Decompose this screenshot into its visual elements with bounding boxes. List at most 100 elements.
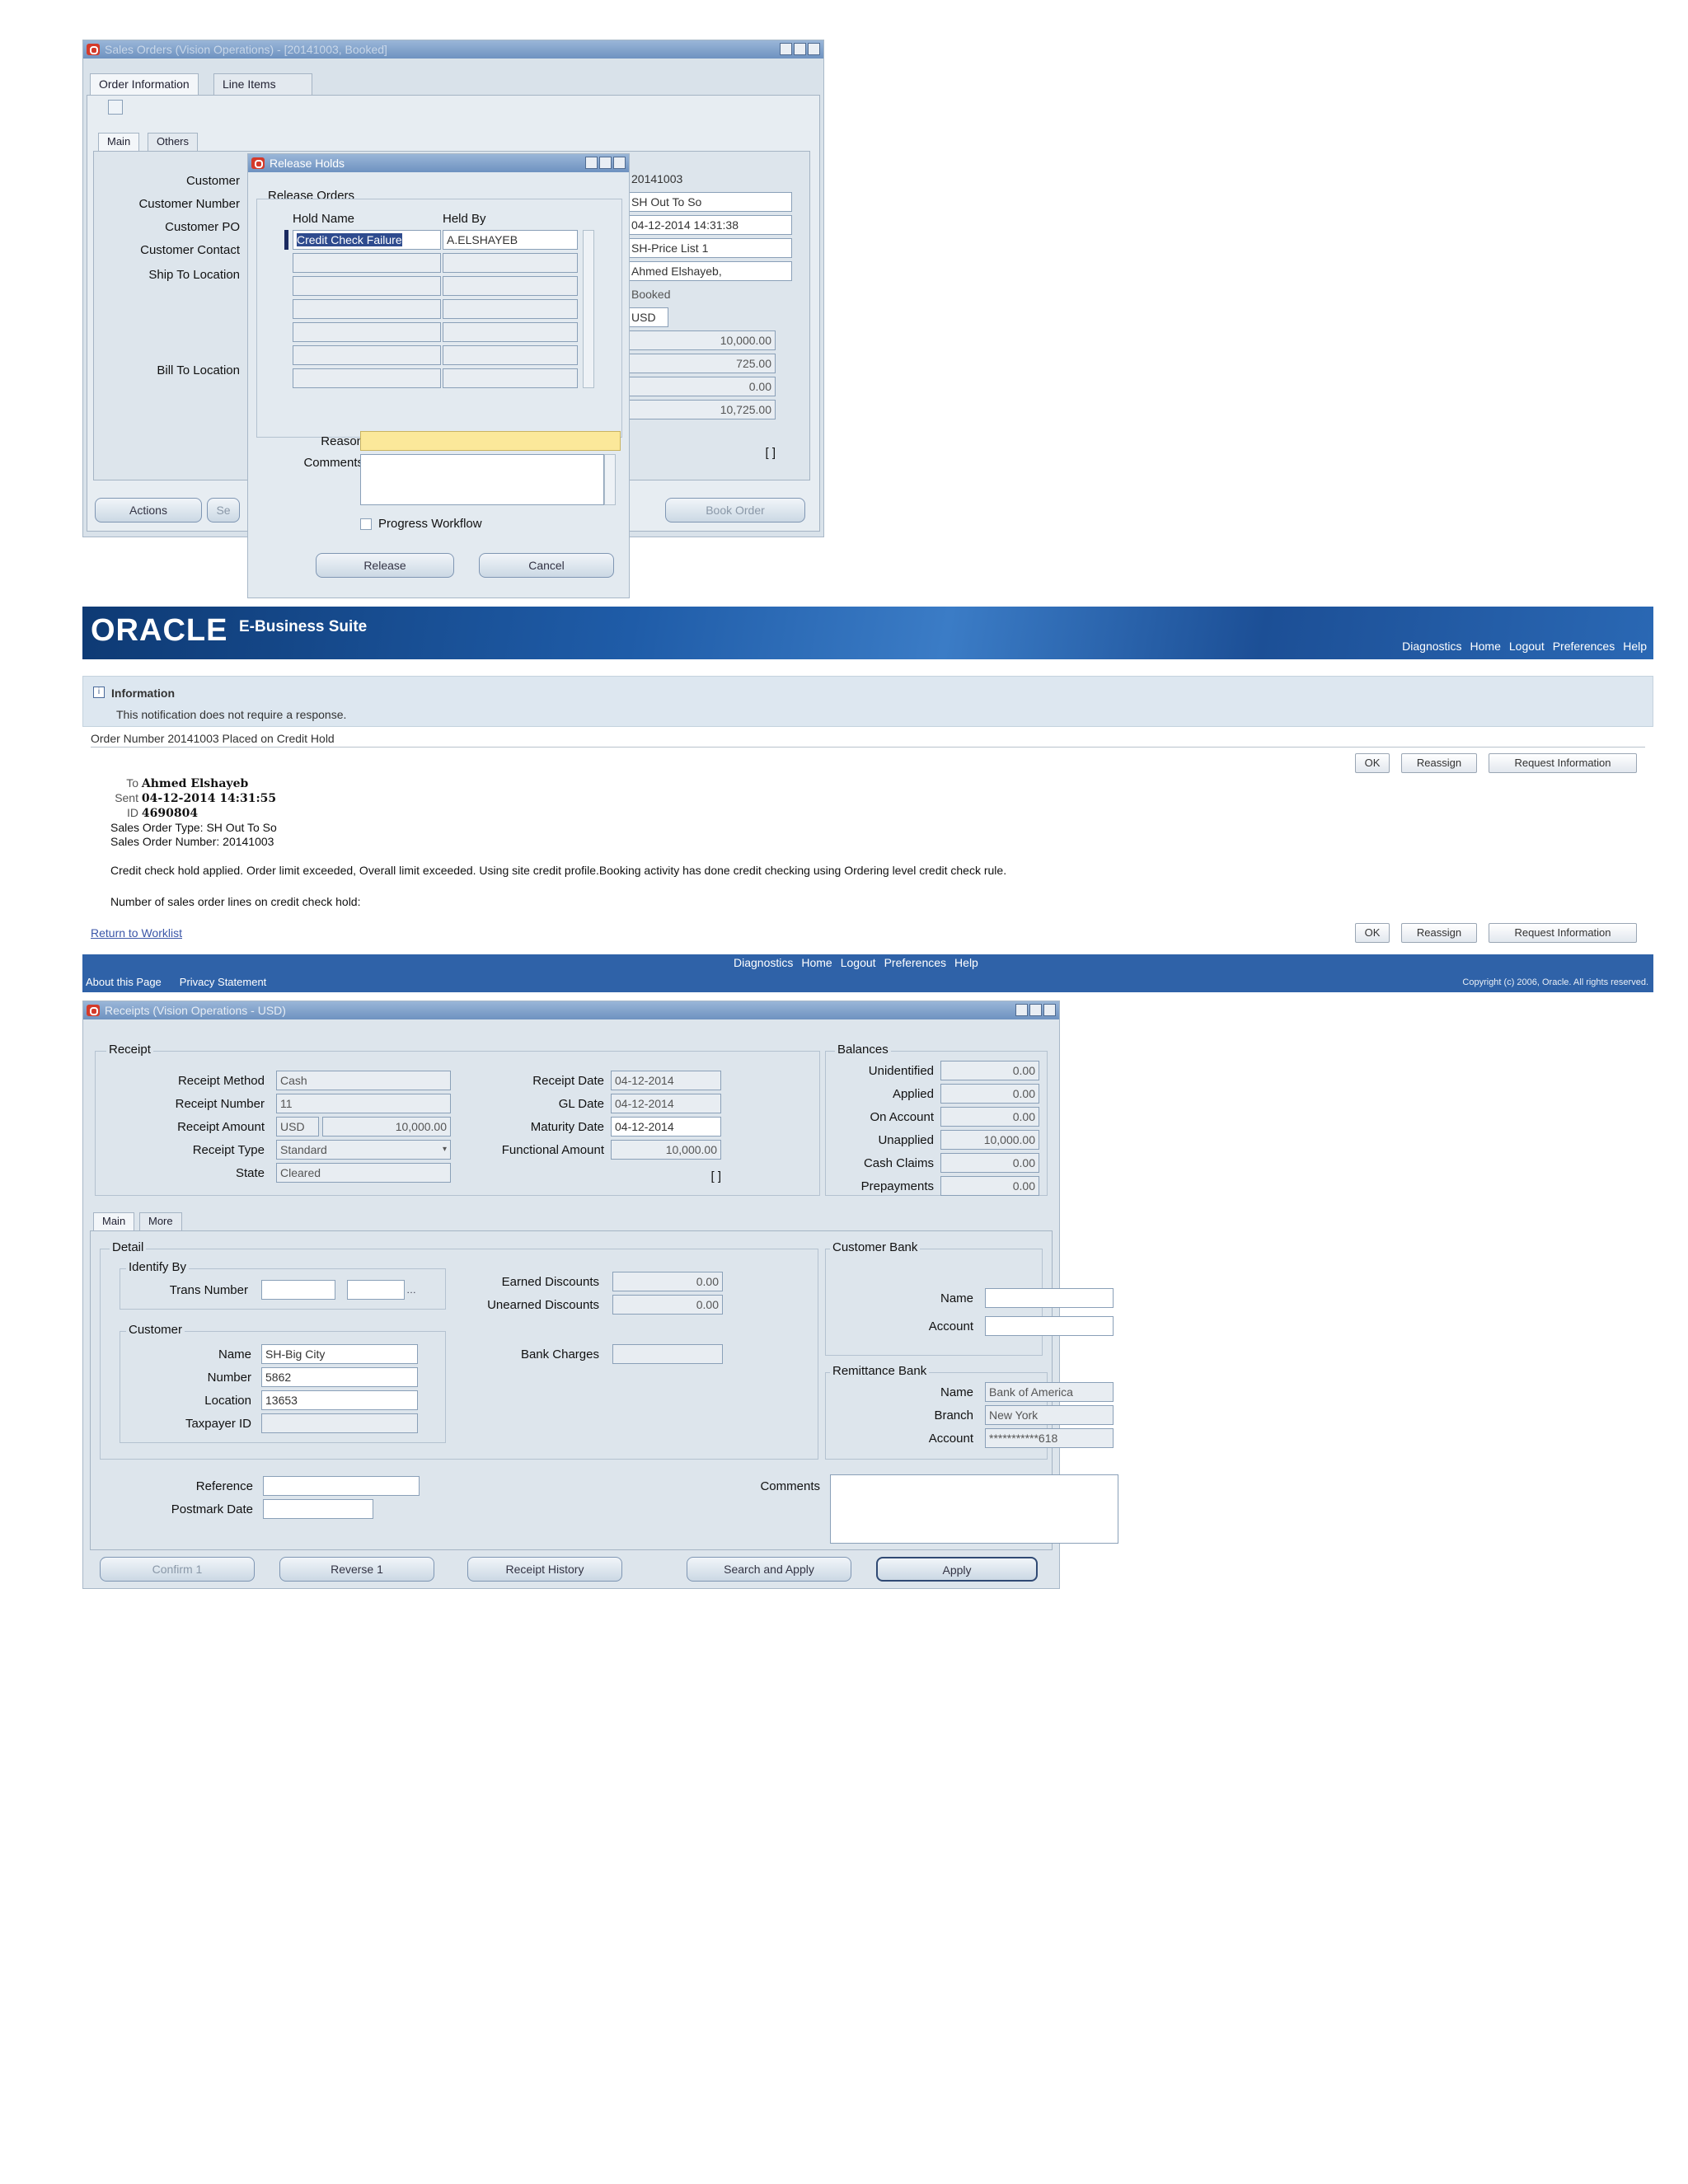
id-label: ID xyxy=(127,806,138,819)
date-ordered-field[interactable]: 04-12-2014 14:31:38 xyxy=(627,215,792,235)
held-by-row-empty[interactable] xyxy=(443,345,578,365)
receipt-number-field[interactable]: 11 xyxy=(276,1094,451,1113)
bill-to-location-label: Bill To Location xyxy=(157,363,240,377)
nav-help[interactable]: Help xyxy=(1623,640,1647,653)
hold-row-empty[interactable] xyxy=(293,345,441,365)
held-by-row-empty[interactable] xyxy=(443,299,578,319)
actions-button[interactable]: Actions xyxy=(95,498,202,523)
maximize-icon[interactable] xyxy=(1029,1004,1042,1016)
order-number-field[interactable]: 20141003 xyxy=(627,169,792,189)
receipt-method-field[interactable]: Cash xyxy=(276,1071,451,1090)
cancel-button[interactable]: Cancel xyxy=(479,553,614,578)
trans-number-field[interactable] xyxy=(261,1280,335,1300)
comments-scrollbar[interactable] xyxy=(604,454,616,505)
search-and-apply-button[interactable]: Search and Apply xyxy=(687,1557,851,1582)
held-by-cell[interactable]: A.ELSHAYEB xyxy=(443,230,578,250)
comments-field[interactable] xyxy=(360,454,604,505)
reassign-button-bottom[interactable]: Reassign xyxy=(1401,923,1477,943)
return-to-worklist-link[interactable]: Return to Worklist xyxy=(91,926,182,940)
remittance-account-field: ***********618 xyxy=(985,1428,1114,1448)
hold-row-empty[interactable] xyxy=(293,368,441,388)
receipt-amount-field[interactable]: 10,000.00 xyxy=(322,1117,451,1137)
nav-diagnostics[interactable]: Diagnostics xyxy=(1402,640,1461,653)
subtab-main[interactable]: Main xyxy=(98,133,140,151)
tab-line-items[interactable]: Line Items xyxy=(213,73,312,95)
book-order-button[interactable]: Book Order xyxy=(665,498,805,523)
reason-field[interactable] xyxy=(360,431,621,451)
receipt-history-button[interactable]: Receipt History xyxy=(467,1557,622,1582)
bank-charges-field[interactable] xyxy=(612,1344,723,1364)
reassign-button-top[interactable]: Reassign xyxy=(1401,753,1477,773)
hold-row-empty[interactable] xyxy=(293,299,441,319)
progress-workflow-checkbox[interactable] xyxy=(360,518,372,530)
request-information-button-bottom[interactable]: Request Information xyxy=(1489,923,1637,943)
release-button[interactable]: Release xyxy=(316,553,454,578)
subtab-others[interactable]: Others xyxy=(148,133,199,151)
close-icon[interactable] xyxy=(808,43,820,55)
trans-number-lov[interactable] xyxy=(347,1280,405,1300)
hold-row-empty[interactable] xyxy=(293,276,441,296)
minimize-icon[interactable] xyxy=(1015,1004,1028,1016)
tab-main[interactable]: Main xyxy=(93,1212,135,1230)
held-by-row-empty[interactable] xyxy=(443,322,578,342)
about-this-page-link[interactable]: About this Page xyxy=(86,976,162,988)
customer-location-field[interactable]: 13653 xyxy=(261,1390,418,1410)
flexfield-bracket[interactable]: [ ] xyxy=(688,1169,721,1183)
customer-number-field[interactable]: 5862 xyxy=(261,1367,418,1387)
receipt-type-select[interactable]: Standard ▾ xyxy=(276,1140,451,1160)
customer-bank-account-field[interactable] xyxy=(985,1316,1114,1336)
customer-number-label: Customer Number xyxy=(138,197,240,211)
comments-field[interactable] xyxy=(830,1474,1118,1544)
apply-button[interactable]: Apply xyxy=(876,1557,1038,1582)
confirm-button[interactable]: Confirm 1 xyxy=(100,1557,255,1582)
maximize-icon[interactable] xyxy=(599,157,612,169)
partial-button[interactable]: Se xyxy=(207,498,240,523)
minimize-icon[interactable] xyxy=(780,43,792,55)
ok-button-bottom[interactable]: OK xyxy=(1355,923,1390,943)
gl-date-field[interactable]: 04-12-2014 xyxy=(611,1094,721,1113)
nav-home[interactable]: Home xyxy=(1470,640,1501,653)
order-type-field[interactable]: SH Out To So xyxy=(627,192,792,212)
holds-scrollbar[interactable] xyxy=(583,230,594,388)
maximize-icon[interactable] xyxy=(794,43,806,55)
order-type-line: Sales Order Type: SH Out To So xyxy=(110,821,277,834)
footer-nav-home[interactable]: Home xyxy=(801,956,832,969)
tab-more[interactable]: More xyxy=(139,1212,182,1230)
currency-field[interactable]: USD xyxy=(276,1117,319,1137)
postmark-date-field[interactable] xyxy=(263,1499,373,1519)
hold-row-empty[interactable] xyxy=(293,253,441,273)
footer-nav-preferences[interactable]: Preferences xyxy=(884,956,946,969)
nav-logout[interactable]: Logout xyxy=(1509,640,1545,653)
customer-name-field[interactable]: SH-Big City xyxy=(261,1344,418,1364)
tab-order-information[interactable]: Order Information xyxy=(90,73,199,95)
salesperson-field[interactable]: Ahmed Elshayeb, xyxy=(627,261,792,281)
footer-nav-logout[interactable]: Logout xyxy=(841,956,876,969)
minimize-icon[interactable] xyxy=(585,157,598,169)
close-icon[interactable] xyxy=(613,157,626,169)
footer-nav-diagnostics[interactable]: Diagnostics xyxy=(734,956,793,969)
oracle-forms-icon xyxy=(87,1005,100,1016)
flexfield-bracket[interactable]: [ ] xyxy=(743,446,776,460)
close-icon[interactable] xyxy=(1043,1004,1056,1016)
request-information-button-top[interactable]: Request Information xyxy=(1489,753,1637,773)
held-by-row-empty[interactable] xyxy=(443,368,578,388)
price-list-field[interactable]: SH-Price List 1 xyxy=(627,238,792,258)
privacy-statement-link[interactable]: Privacy Statement xyxy=(180,976,267,988)
customer-bank-name-field[interactable] xyxy=(985,1288,1114,1308)
balance-prepayments-label: Prepayments xyxy=(860,1179,934,1193)
held-by-row-empty[interactable] xyxy=(443,253,578,273)
reverse-button[interactable]: Reverse 1 xyxy=(279,1557,434,1582)
nav-preferences[interactable]: Preferences xyxy=(1553,640,1615,653)
attachment-icon[interactable] xyxy=(108,100,123,115)
ok-button-top[interactable]: OK xyxy=(1355,753,1390,773)
currency-field[interactable]: USD xyxy=(627,307,668,327)
functional-amount-label: Functional Amount xyxy=(501,1143,604,1157)
reference-field[interactable] xyxy=(263,1476,420,1496)
lov-icon[interactable]: … xyxy=(406,1280,418,1300)
customer-label: Customer xyxy=(185,174,240,188)
maturity-date-field[interactable]: 04-12-2014 xyxy=(611,1117,721,1137)
held-by-row-empty[interactable] xyxy=(443,276,578,296)
footer-nav-help[interactable]: Help xyxy=(954,956,978,969)
hold-row-empty[interactable] xyxy=(293,322,441,342)
receipt-date-field[interactable]: 04-12-2014 xyxy=(611,1071,721,1090)
